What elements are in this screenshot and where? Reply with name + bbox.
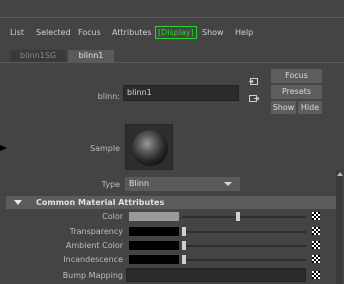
attr-row-incandescence: Incandescence bbox=[0, 255, 334, 265]
scroll-up-icon[interactable] bbox=[337, 172, 343, 176]
input-connections-icon[interactable] bbox=[249, 77, 259, 86]
color-slider-track[interactable] bbox=[182, 216, 306, 218]
focus-button[interactable]: Focus bbox=[271, 69, 322, 83]
attr-row-ambient-color: Ambient Color bbox=[0, 241, 334, 251]
node-tabs: blinn1SG blinn1 bbox=[0, 50, 344, 62]
transparency-swatch[interactable] bbox=[129, 227, 179, 236]
menu-list[interactable]: List bbox=[10, 28, 24, 37]
section-title: Common Material Attributes bbox=[36, 198, 165, 207]
panel-top-border bbox=[0, 62, 344, 63]
menu-help[interactable]: Help bbox=[235, 28, 253, 37]
color-label: Color bbox=[102, 212, 123, 221]
pointer-arrow-icon bbox=[0, 145, 7, 151]
chevron-down-icon bbox=[224, 182, 232, 186]
sample-label: Sample bbox=[90, 144, 120, 153]
menu-attributes[interactable]: Attributes bbox=[112, 28, 152, 37]
ambient-color-slider-track[interactable] bbox=[182, 245, 306, 247]
incandescence-label: Incandescence bbox=[63, 255, 123, 264]
sample-swatch[interactable] bbox=[125, 124, 173, 170]
transparency-map-button[interactable] bbox=[312, 227, 320, 235]
menu-bar: List Selected Focus Attributes [Display]… bbox=[0, 18, 344, 48]
menu-show[interactable]: Show bbox=[202, 28, 224, 37]
attr-row-bump-mapping: Bump Mapping bbox=[0, 268, 334, 282]
attr-row-color: Color bbox=[0, 212, 334, 222]
node-name-field[interactable]: blinn1 bbox=[123, 85, 239, 101]
presets-button[interactable]: Presets bbox=[271, 85, 322, 99]
bump-mapping-field[interactable] bbox=[126, 268, 306, 282]
menu-display[interactable]: [Display] bbox=[155, 26, 197, 39]
color-map-button[interactable] bbox=[312, 212, 320, 220]
bump-mapping-label: Bump Mapping bbox=[62, 271, 123, 280]
transparency-slider-handle[interactable] bbox=[182, 227, 186, 236]
color-slider-handle[interactable] bbox=[236, 212, 240, 221]
incandescence-slider-handle[interactable] bbox=[182, 255, 186, 264]
material-preview-sphere bbox=[132, 130, 168, 166]
show-button[interactable]: Show bbox=[271, 101, 296, 114]
hide-button[interactable]: Hide bbox=[298, 101, 322, 114]
attr-row-transparency: Transparency bbox=[0, 227, 334, 237]
color-swatch[interactable] bbox=[129, 212, 179, 221]
type-dropdown-value: Blinn bbox=[129, 179, 150, 188]
common-material-attributes-header[interactable]: Common Material Attributes bbox=[6, 196, 338, 209]
tab-blinn1[interactable]: blinn1 bbox=[68, 50, 114, 62]
output-connections-icon[interactable] bbox=[249, 94, 259, 103]
node-name-label: blinn: bbox=[97, 92, 120, 101]
ambient-color-label: Ambient Color bbox=[65, 241, 123, 250]
menu-selected[interactable]: Selected bbox=[36, 28, 71, 37]
incandescence-swatch[interactable] bbox=[129, 255, 179, 264]
ambient-color-map-button[interactable] bbox=[312, 241, 320, 249]
window-top-strip bbox=[0, 0, 344, 18]
type-label: Type bbox=[101, 180, 120, 189]
panel-scrollbar[interactable] bbox=[336, 170, 342, 284]
transparency-label: Transparency bbox=[69, 227, 123, 236]
tab-blinn1sg[interactable]: blinn1SG bbox=[10, 50, 66, 62]
ambient-color-swatch[interactable] bbox=[129, 241, 179, 250]
bump-mapping-map-button[interactable] bbox=[312, 271, 320, 279]
incandescence-map-button[interactable] bbox=[312, 255, 320, 263]
ambient-color-slider-handle[interactable] bbox=[182, 241, 186, 250]
type-dropdown[interactable]: Blinn bbox=[125, 177, 240, 191]
transparency-slider-track[interactable] bbox=[182, 231, 306, 233]
incandescence-slider-track[interactable] bbox=[182, 259, 306, 261]
menu-focus[interactable]: Focus bbox=[78, 28, 101, 37]
collapse-triangle-icon bbox=[14, 200, 22, 205]
